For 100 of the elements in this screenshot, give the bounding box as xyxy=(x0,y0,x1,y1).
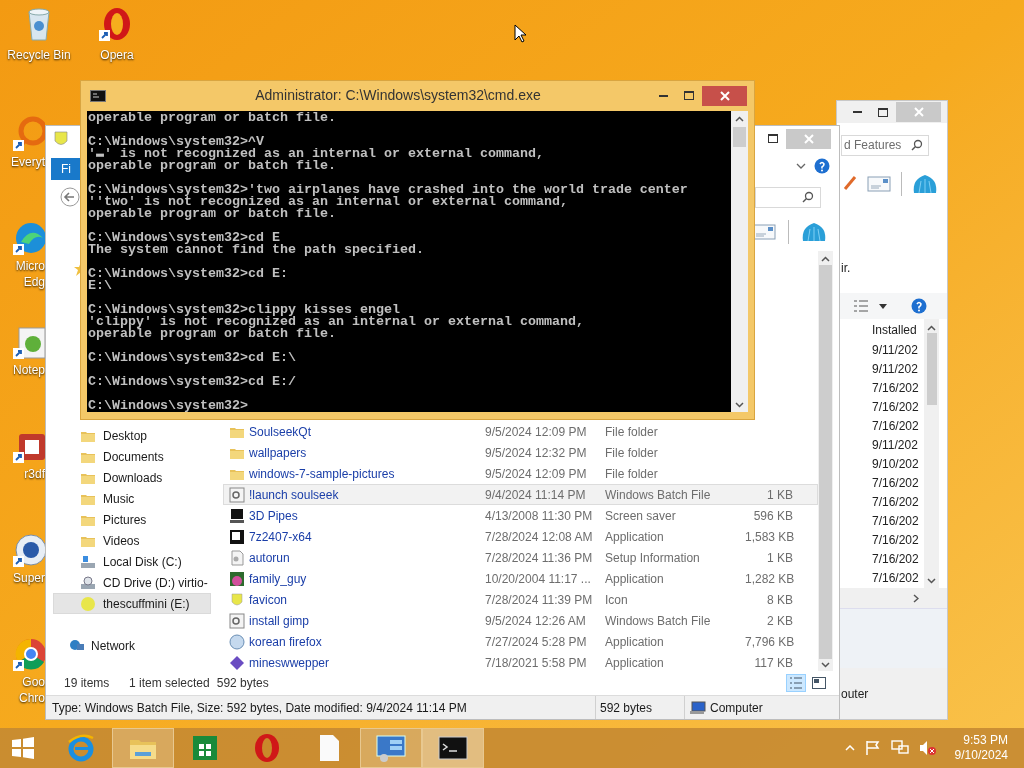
nav-item[interactable]: CD Drive (D:) virtio- xyxy=(53,572,211,593)
show-hidden-icon[interactable] xyxy=(844,745,855,751)
file-tab[interactable]: Fi xyxy=(51,158,80,180)
status-text: outer xyxy=(841,685,869,703)
taskbar-button[interactable] xyxy=(422,728,484,768)
file-row[interactable]: wallpapers 9/5/2024 12:32 PM File folder xyxy=(223,442,818,463)
file-row[interactable]: favicon 7/28/2024 11:39 PM Icon 8 KB xyxy=(223,589,818,610)
dropdown-icon[interactable] xyxy=(879,303,887,309)
muted-speaker-icon[interactable] xyxy=(918,740,937,756)
nav-item[interactable]: Music xyxy=(53,488,211,509)
archive-icon xyxy=(229,528,245,545)
help-icon[interactable] xyxy=(911,298,927,314)
date-cell-text: 7/16/202 xyxy=(872,475,920,492)
shell-icon[interactable] xyxy=(912,173,938,195)
file-name: mineswwepper xyxy=(248,654,331,671)
preview-view-button[interactable] xyxy=(809,674,829,692)
scroll-down-icon[interactable] xyxy=(735,402,744,408)
size-cell-text: 1 KB xyxy=(766,486,793,504)
date-cell-text: 7/16/202 xyxy=(872,513,920,530)
file-row[interactable]: 3D Pipes 4/13/2008 11:30 PM Screen saver 596 KB xyxy=(223,505,818,526)
view-list-icon[interactable] xyxy=(853,299,869,313)
help-icon[interactable] xyxy=(814,158,830,174)
envelope-icon[interactable] xyxy=(867,175,891,193)
file-name: install gimp xyxy=(248,612,311,630)
description-text: ir. xyxy=(841,261,851,275)
scroll-down-icon[interactable] xyxy=(821,662,830,668)
search-field[interactable] xyxy=(755,186,821,208)
scroll-up-icon[interactable] xyxy=(821,256,830,262)
date-cell-text: 7/28/2024 11:39 PM xyxy=(485,591,594,609)
console-line: C:\Windows\system32> xyxy=(88,400,249,412)
file-name: wallpapers xyxy=(248,444,308,462)
checkmark-icon[interactable] xyxy=(843,175,857,193)
file-row[interactable]: install gimp 9/5/2024 12:26 AM Windows Batch File 2 KB xyxy=(223,610,818,631)
file-row[interactable]: windows-7-sample-pictures 9/5/2024 12:09 PM File folder xyxy=(223,463,818,484)
globe-icon xyxy=(229,633,245,650)
column-header[interactable]: Installed xyxy=(872,319,924,341)
scroll-down-icon[interactable] xyxy=(927,578,936,584)
nav-item[interactable]: Network xyxy=(53,635,211,656)
nav-item[interactable]: thescuffmini (E:) xyxy=(53,593,211,614)
flag-icon[interactable] xyxy=(864,740,881,756)
control-panel-icon xyxy=(374,732,408,764)
file-row[interactable]: SoulseekQt 9/5/2024 12:09 PM File folder xyxy=(223,421,818,442)
file-name: korean firefox xyxy=(248,633,323,651)
scrollbar[interactable] xyxy=(731,111,748,412)
windows-logo-icon xyxy=(11,736,35,760)
scrollbar[interactable] xyxy=(924,319,939,588)
nav-item[interactable]: Local Disk (C:) xyxy=(53,551,211,572)
scrollbar[interactable] xyxy=(818,251,833,671)
shortcut-icon[interactable] xyxy=(13,636,45,672)
scroll-up-icon[interactable] xyxy=(735,116,744,122)
chevron-icon[interactable] xyxy=(796,163,806,169)
file-row[interactable]: korean firefox 7/27/2024 5:28 PM Application 7,796 KB xyxy=(223,631,818,652)
file-row[interactable]: mineswwepper 7/18/2021 5:58 PM Application 117 KB xyxy=(223,652,818,671)
file-row[interactable]: 7z2407-x64 7/28/2024 12:08 AM Application 1,583 KB xyxy=(223,526,818,547)
date-cell-text: 7/16/202 xyxy=(872,380,920,397)
date-cell-text: 9/5/2024 12:26 AM xyxy=(485,612,587,630)
close-button[interactable] xyxy=(702,85,747,106)
console-line: operable program or batch file. xyxy=(88,208,337,220)
size-cell-text: 2 KB xyxy=(766,612,793,630)
gear-icon xyxy=(229,486,245,503)
search-field[interactable]: d Features xyxy=(841,134,929,156)
search-icon xyxy=(802,191,814,203)
scroll-right-icon[interactable] xyxy=(913,593,919,603)
console-line: C:\Windows\system32>clippy kisses engel xyxy=(88,304,400,316)
scroll-up-icon[interactable] xyxy=(927,325,936,331)
scrollbar-thumb[interactable] xyxy=(819,265,832,659)
console-line: E:\ xyxy=(88,280,112,292)
application-icon xyxy=(229,570,245,587)
cursor-icon xyxy=(514,24,526,43)
console-line: operable program or batch file. xyxy=(88,160,337,172)
nav-item[interactable]: Desktop xyxy=(53,425,211,446)
date-cell-text: 7/16/202 xyxy=(872,532,920,549)
nav-item[interactable]: Pictures xyxy=(53,509,211,530)
nav-item[interactable]: Downloads xyxy=(53,467,211,488)
file-name: 3D Pipes xyxy=(248,507,299,525)
back-icon[interactable] xyxy=(60,187,80,207)
date-cell-text: 9/5/2024 12:09 PM xyxy=(485,423,588,441)
shortcut-icon[interactable] xyxy=(13,532,45,568)
file-row[interactable]: !launch soulseek 9/4/2024 11:14 PM Windows Batch File 1 KB xyxy=(223,484,818,505)
date-cell-text: 7/18/2021 5:58 PM xyxy=(485,654,588,671)
console-line: C:\Windows\system32>^V xyxy=(88,136,265,148)
envelope-icon[interactable] xyxy=(752,223,776,241)
shortcut-icon[interactable] xyxy=(13,220,45,256)
shell-icon[interactable] xyxy=(801,221,827,243)
nav-item[interactable]: Documents xyxy=(53,446,211,467)
scrollbar-thumb[interactable] xyxy=(926,333,937,405)
gem-icon xyxy=(229,654,245,671)
date-cell-text: 9/4/2024 11:14 PM xyxy=(485,486,587,504)
list-icon xyxy=(789,677,803,689)
drive-icon xyxy=(80,595,96,612)
nav-item[interactable]: Videos xyxy=(53,530,211,551)
file-row[interactable]: autorun 7/28/2024 11:36 PM Setup Information 1 KB xyxy=(223,547,818,568)
scrollbar-thumb[interactable] xyxy=(733,127,746,147)
file-row[interactable]: family_guy 10/20/2004 11:17 ... Application 1,282 KB xyxy=(223,568,818,589)
date-cell-text: 9/5/2024 12:09 PM xyxy=(485,465,588,483)
date-cell-text: 4/13/2008 11:30 PM xyxy=(485,507,594,525)
disc-drive-icon xyxy=(80,574,96,591)
file-name: family_guy xyxy=(248,570,308,588)
type-cell-text: File folder xyxy=(605,423,659,441)
network-icon[interactable] xyxy=(890,740,909,756)
